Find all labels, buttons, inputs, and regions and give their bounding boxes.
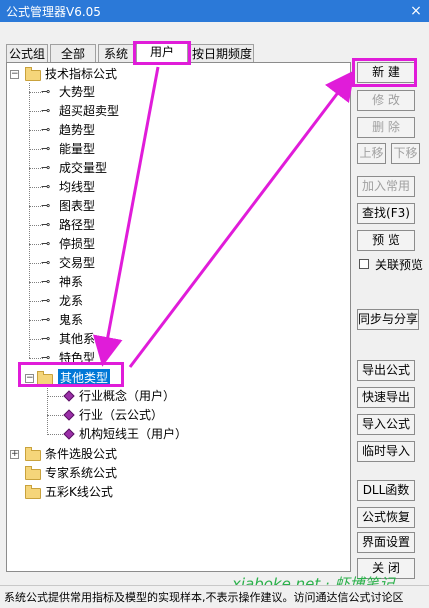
status-text: 系统公式提供常用指标及模型的实现样本,不表示操作建议。访问通达信公式讨论区 (4, 591, 404, 604)
status-bar: 系统公式提供常用指标及模型的实现样本,不表示操作建议。访问通达信公式讨论区 (0, 585, 429, 608)
arrow-to-new-button (128, 70, 356, 368)
arrow-to-selected (92, 66, 160, 367)
annotation-arrows (92, 66, 356, 368)
